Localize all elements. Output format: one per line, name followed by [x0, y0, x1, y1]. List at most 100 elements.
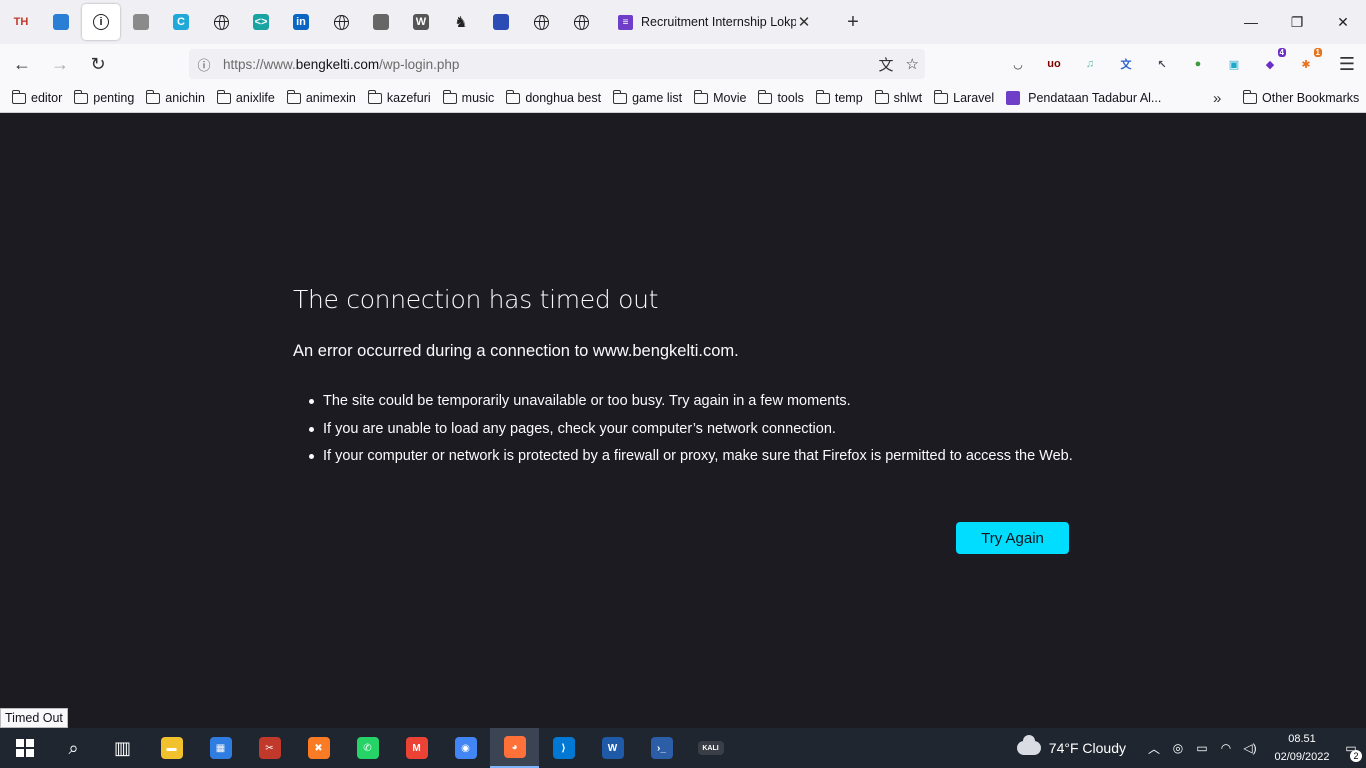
- tab-strip: TH i C <> in W ♞ ≡ Recruitment Internship Lokpro…: [0, 0, 1366, 44]
- clock[interactable]: 08.51 02/09/2022: [1272, 730, 1332, 766]
- firefox-taskbar-button[interactable]: ◕: [490, 728, 539, 768]
- taskbar: ⌕ ▥ ▬ ▦ ✂ ✖ ✆ M ◉ ◕ ⟩ W ›_ KALI 74°F Cloudy ︿ ◎ ▭ ◠ ◁) 0…: [0, 728, 1366, 768]
- restore-button[interactable]: ❐: [1274, 0, 1320, 44]
- battery-icon[interactable]: ▭: [1190, 741, 1214, 755]
- chrome-taskbar-button[interactable]: ◉: [441, 728, 490, 768]
- translate-extension-icon[interactable]: 文: [1114, 52, 1138, 76]
- url-text[interactable]: https://www.bengkelti.com/wp-login.php: [223, 57, 459, 72]
- volume-icon[interactable]: ◁): [1238, 741, 1262, 755]
- purple-extension-icon[interactable]: ◆ 4: [1258, 48, 1286, 76]
- gmail-taskbar-button[interactable]: M: [392, 728, 441, 768]
- bookmark-folder[interactable]: Laravel: [934, 89, 994, 105]
- tab-recruitment[interactable]: ≡ Recruitment Internship Lokpro |✕: [610, 4, 820, 40]
- music-extension-icon[interactable]: ♫: [1078, 52, 1102, 76]
- bookmark-folder[interactable]: donghua best: [506, 89, 601, 105]
- bookmark-folder[interactable]: Movie: [694, 89, 747, 105]
- bookmark-pendataan[interactable]: Pendataan Tadabur Al...: [1006, 91, 1161, 105]
- pinned-tab[interactable]: i: [82, 4, 120, 40]
- weather-widget[interactable]: 74°F Cloudy: [1049, 740, 1126, 756]
- bookmark-folder[interactable]: penting: [74, 89, 134, 105]
- xampp-taskbar-button[interactable]: ✖: [294, 728, 343, 768]
- folder-icon: [146, 89, 161, 104]
- pinned-tab[interactable]: W: [402, 4, 440, 40]
- orange-extension-icon[interactable]: ✱ 1: [1294, 48, 1322, 76]
- bookmark-folder[interactable]: editor: [12, 89, 63, 105]
- bookmark-folder[interactable]: tools: [758, 89, 804, 105]
- ublock-icon[interactable]: uo: [1042, 52, 1066, 76]
- notifications-button[interactable]: ▭ 2: [1336, 728, 1366, 768]
- vscode-taskbar-button[interactable]: ⟩: [539, 728, 588, 768]
- pocket-icon[interactable]: ◡: [1006, 52, 1030, 76]
- pinned-tab[interactable]: ♞: [442, 4, 480, 40]
- clock-date: 02/09/2022: [1274, 751, 1330, 763]
- try-again-button[interactable]: Try Again: [956, 522, 1069, 554]
- pinned-tab[interactable]: [522, 4, 560, 40]
- powershell-taskbar-button[interactable]: ›_: [637, 728, 686, 768]
- download-extension-icon[interactable]: ●: [1186, 52, 1210, 76]
- bookmark-label: anichin: [165, 91, 205, 105]
- meet-now-icon[interactable]: ◎: [1166, 741, 1190, 755]
- wifi-icon[interactable]: ◠: [1214, 741, 1238, 755]
- url-bar[interactable]: ⓘ https://www.bengkelti.com/wp-login.php…: [189, 49, 925, 79]
- google-forms-icon: ≡: [618, 14, 633, 30]
- chrome-icon: ◉: [454, 737, 477, 759]
- pinned-tab[interactable]: [322, 4, 360, 40]
- bookmark-folder[interactable]: anixlife: [216, 89, 275, 105]
- task-view-taskbar-button[interactable]: ▥: [98, 728, 147, 768]
- back-button[interactable]: ←: [6, 48, 38, 80]
- bookmarks-overflow-button[interactable]: »: [1213, 84, 1221, 112]
- close-window-button[interactable]: ✕: [1320, 0, 1366, 44]
- bookmark-star-icon[interactable]: ☆: [906, 55, 919, 73]
- pinned-tab[interactable]: [562, 4, 600, 40]
- file-explorer-taskbar-button[interactable]: ▬: [147, 728, 196, 768]
- close-tab-icon[interactable]: ✕: [796, 13, 812, 31]
- bookmark-folder[interactable]: game list: [613, 89, 682, 105]
- writer-taskbar-button[interactable]: W: [588, 728, 637, 768]
- error-title: The connection has timed out: [293, 285, 659, 314]
- bookmark-label: editor: [31, 91, 63, 105]
- site-info-icon[interactable]: ⓘ: [189, 55, 219, 74]
- pinned-tab[interactable]: TH: [2, 4, 40, 40]
- snipping-tool-taskbar-button[interactable]: ✂: [245, 728, 294, 768]
- pinned-tab[interactable]: [482, 4, 520, 40]
- bookmark-folder[interactable]: music: [442, 89, 494, 105]
- pinned-tab[interactable]: [122, 4, 160, 40]
- chess-icon: ♞: [454, 14, 468, 31]
- tab-title: Recruitment Internship Lokpro |: [641, 15, 796, 29]
- pinned-tab[interactable]: [362, 4, 400, 40]
- tray-chevron-icon[interactable]: ︿: [1142, 740, 1166, 757]
- pinned-tab[interactable]: [202, 4, 240, 40]
- bookmark-label: tools: [777, 91, 804, 105]
- cursor-extension-icon[interactable]: ↖: [1150, 52, 1174, 76]
- pinned-tab[interactable]: <>: [242, 4, 280, 40]
- bookmark-folder[interactable]: animexin: [286, 89, 356, 105]
- start-button[interactable]: [0, 728, 49, 768]
- store-taskbar-button[interactable]: ▦: [196, 728, 245, 768]
- search-taskbar-button[interactable]: ⌕: [49, 728, 98, 768]
- forward-button[interactable]: →: [44, 48, 76, 80]
- kali-taskbar-button[interactable]: KALI: [686, 728, 735, 768]
- new-tab-button[interactable]: +: [838, 7, 868, 37]
- bookmark-folder[interactable]: kazefuri: [367, 89, 431, 105]
- pinned-tab[interactable]: [42, 4, 80, 40]
- other-bookmarks[interactable]: Other Bookmarks: [1243, 84, 1359, 112]
- translate-icon[interactable]: 文: [879, 54, 894, 75]
- pinned-tab[interactable]: C: [162, 4, 200, 40]
- whatsapp-taskbar-button[interactable]: ✆: [343, 728, 392, 768]
- clock-time: 08.51: [1288, 733, 1316, 745]
- bookmark-folder[interactable]: temp: [815, 89, 863, 105]
- extension-badge: 4: [1277, 48, 1286, 57]
- bookmark-folder[interactable]: anichin: [146, 89, 205, 105]
- save-extension-icon[interactable]: ▣: [1222, 52, 1246, 76]
- folder-icon: [442, 89, 457, 104]
- bookmark-folder[interactable]: shlwt: [874, 89, 922, 105]
- bookmark-label: Movie: [713, 91, 747, 105]
- app-menu-button[interactable]: ☰: [1331, 48, 1363, 80]
- pinned-tab[interactable]: in: [282, 4, 320, 40]
- suggestion-item: If you are unable to load any pages, che…: [309, 419, 1079, 439]
- notification-count: 2: [1350, 750, 1362, 762]
- double-chevron-icon: »: [1213, 89, 1222, 107]
- folder-icon: [934, 89, 949, 104]
- minimize-button[interactable]: —: [1228, 0, 1274, 44]
- reload-button[interactable]: ↻: [82, 48, 114, 80]
